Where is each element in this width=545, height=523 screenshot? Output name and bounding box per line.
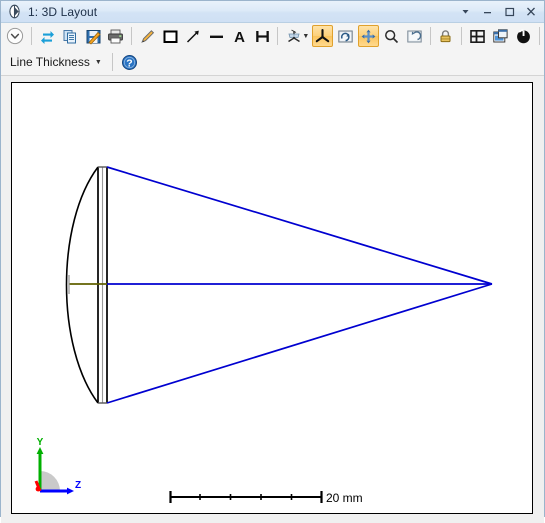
svg-text:A: A xyxy=(234,29,245,45)
toolbar-separator xyxy=(430,27,431,45)
help-icon[interactable]: ? xyxy=(118,51,142,73)
lens-element xyxy=(67,167,108,403)
print-button[interactable] xyxy=(105,25,126,47)
measure-icon[interactable] xyxy=(252,25,273,47)
scale-bar: 20 mm xyxy=(170,491,363,505)
layout-drawing: Y Z 20 mm xyxy=(12,83,533,513)
pencil-icon[interactable] xyxy=(137,25,158,47)
ray-bundle xyxy=(107,167,492,403)
minimize-button[interactable] xyxy=(476,2,498,22)
move-arrows-icon[interactable] xyxy=(358,25,379,47)
update-button[interactable] xyxy=(37,25,58,47)
horizontal-line-icon[interactable] xyxy=(206,25,227,47)
maximize-button[interactable] xyxy=(498,2,520,22)
toolbar-separator xyxy=(461,27,462,45)
magnifier-icon[interactable] xyxy=(381,25,402,47)
axis-z-arrow xyxy=(67,488,74,495)
view-orientation-caret-icon[interactable]: ▼ xyxy=(302,33,309,40)
toolbar-separator xyxy=(539,27,540,45)
axis-tripod-icon[interactable] xyxy=(312,25,333,47)
axis-origin-dot xyxy=(36,487,41,492)
ray-upper-marginal xyxy=(107,167,492,284)
axis-y-arrow xyxy=(37,447,44,454)
line-thickness-label: Line Thickness xyxy=(10,55,90,69)
save-button[interactable] xyxy=(83,25,104,47)
toolbar-row-secondary: Line Thickness ▼ ? xyxy=(1,49,544,75)
square-icon[interactable] xyxy=(160,25,181,47)
layout-canvas[interactable]: Y Z 20 mm xyxy=(11,82,533,514)
toolbar-separator xyxy=(112,53,113,71)
chevron-down-icon: ▼ xyxy=(95,59,102,66)
close-button[interactable] xyxy=(520,2,542,22)
window-titlebar: 1: 3D Layout xyxy=(1,1,544,23)
letter-a-icon[interactable]: A xyxy=(229,25,250,47)
new-window-icon[interactable] xyxy=(490,25,511,47)
lens-front-surface xyxy=(67,167,99,403)
axis-indicator: Y Z xyxy=(36,437,81,494)
axis-z-label: Z xyxy=(75,480,81,491)
ray-lower-marginal xyxy=(107,284,492,403)
axis-y-label: Y xyxy=(37,437,44,448)
layout-3d-icon xyxy=(6,4,22,20)
window-title: 1: 3D Layout xyxy=(28,5,97,19)
axis-indicator-disc xyxy=(40,471,60,491)
toolbar-separator xyxy=(31,27,32,45)
toolbar-area: A ▼ xyxy=(1,23,544,76)
undo-view-icon[interactable] xyxy=(404,25,425,47)
lock-icon[interactable] xyxy=(436,25,457,47)
settings-dropdown-button[interactable] xyxy=(5,25,26,47)
rotate-screen-icon[interactable] xyxy=(335,25,356,47)
scale-bar-label: 20 mm xyxy=(326,491,363,505)
line-thickness-dropdown[interactable]: Line Thickness ▼ xyxy=(4,53,108,71)
view-tripod-icon[interactable] xyxy=(283,25,304,47)
restore-dropdown-button[interactable] xyxy=(454,2,476,22)
copy-button[interactable] xyxy=(60,25,81,47)
svg-text:?: ? xyxy=(127,57,133,69)
toolbar-row-primary: A ▼ xyxy=(1,23,544,49)
viewport-container: Y Z 20 mm xyxy=(1,76,544,523)
3d-layout-window: 1: 3D Layout xyxy=(0,0,545,517)
toolbar-separator xyxy=(277,27,278,45)
toolbar-separator xyxy=(131,27,132,45)
power-refresh-icon[interactable] xyxy=(513,25,534,47)
arrow-icon[interactable] xyxy=(183,25,204,47)
fit-window-icon[interactable] xyxy=(467,25,488,47)
